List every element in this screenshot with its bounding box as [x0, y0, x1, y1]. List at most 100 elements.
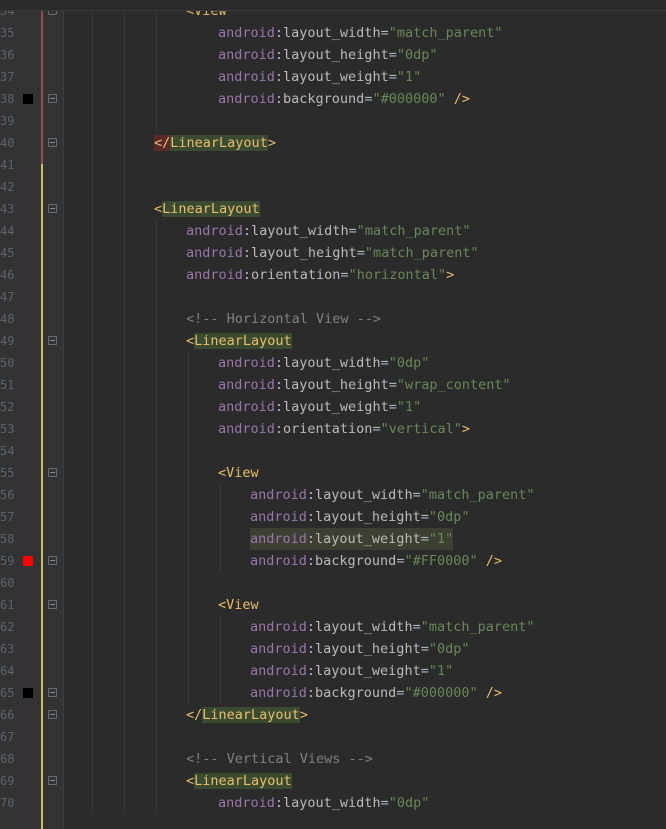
- fold-toggle-icon[interactable]: [48, 468, 57, 477]
- code-text[interactable]: <!-- Vertical Views -->: [186, 748, 373, 770]
- code-text[interactable]: android:layout_width="0dp": [218, 792, 429, 814]
- code-line[interactable]: 44 android:layout_width="match_parent": [0, 220, 666, 242]
- code-text[interactable]: android:layout_width="match_parent": [250, 484, 535, 506]
- plain-text: =: [372, 421, 381, 437]
- code-line[interactable]: 37 android:layout_weight="1": [0, 66, 666, 88]
- code-line[interactable]: 68 <!-- Vertical Views -->: [0, 748, 666, 770]
- fold-toggle-icon[interactable]: [48, 204, 57, 213]
- code-text[interactable]: android:layout_weight="1": [218, 396, 421, 418]
- attr-name: :orientation: [274, 421, 373, 437]
- code-line[interactable]: 59 android:background="#FF0000" />: [0, 550, 666, 572]
- attr-value: "0dp": [396, 47, 438, 63]
- fold-toggle-icon[interactable]: [48, 336, 57, 345]
- fold-toggle-icon[interactable]: [48, 138, 57, 147]
- xml-tag-name: LinearLayout: [194, 773, 292, 789]
- code-text[interactable]: android:orientation="vertical">: [218, 418, 470, 440]
- xml-punctuation: </: [154, 135, 171, 151]
- plain-text: [478, 553, 486, 569]
- code-line[interactable]: 35 android:layout_width="match_parent": [0, 22, 666, 44]
- code-text[interactable]: <LinearLayout: [154, 198, 260, 220]
- code-line[interactable]: 63 android:layout_height="0dp": [0, 638, 666, 660]
- line-number: 49: [0, 334, 15, 348]
- attr-namespace: android: [218, 69, 275, 85]
- attr-name: :background: [274, 91, 365, 107]
- code-text[interactable]: android:layout_weight="1": [250, 528, 454, 550]
- code-line[interactable]: 55 <View: [0, 462, 666, 484]
- code-line[interactable]: 43 <LinearLayout: [0, 198, 666, 220]
- attr-name: :layout_height: [306, 509, 421, 525]
- attr-namespace: android: [186, 245, 243, 261]
- code-line[interactable]: 36 android:layout_height="0dp": [0, 44, 666, 66]
- code-line[interactable]: 38 android:background="#000000" />: [0, 88, 666, 110]
- fold-toggle-icon[interactable]: [48, 688, 57, 697]
- fold-toggle-icon[interactable]: [48, 600, 57, 609]
- code-line[interactable]: 51 android:layout_height="wrap_content": [0, 374, 666, 396]
- fold-toggle-icon[interactable]: [48, 710, 57, 719]
- code-text[interactable]: android:background="#FF0000" />: [250, 550, 502, 572]
- code-line[interactable]: 52 android:layout_weight="1": [0, 396, 666, 418]
- code-text[interactable]: <!-- Horizontal View -->: [186, 308, 381, 330]
- code-line[interactable]: 69 <LinearLayout: [0, 770, 666, 792]
- code-text[interactable]: android:layout_height="wrap_content": [218, 374, 511, 396]
- attr-name: :layout_width: [274, 795, 381, 811]
- code-text[interactable]: android:layout_width="match_parent": [250, 616, 535, 638]
- code-line[interactable]: 62 android:layout_width="match_parent": [0, 616, 666, 638]
- code-line[interactable]: 60: [0, 572, 666, 594]
- code-text[interactable]: android:orientation="horizontal">: [186, 264, 454, 286]
- code-line[interactable]: 57 android:layout_height="0dp": [0, 506, 666, 528]
- code-text[interactable]: android:background="#000000" />: [250, 682, 502, 704]
- code-line[interactable]: 41: [0, 154, 666, 176]
- color-preview-swatch-icon[interactable]: [23, 556, 33, 566]
- code-text[interactable]: android:layout_height="0dp": [218, 44, 437, 66]
- attr-value: "0dp": [388, 795, 430, 811]
- code-line[interactable]: 67: [0, 726, 666, 748]
- code-text[interactable]: </LinearLayout>: [186, 704, 308, 726]
- code-line[interactable]: 49 <LinearLayout: [0, 330, 666, 352]
- code-line[interactable]: 45 android:layout_height="match_parent": [0, 242, 666, 264]
- code-text[interactable]: android:layout_height="0dp": [250, 506, 469, 528]
- attr-name: :layout_width: [306, 619, 413, 635]
- code-line[interactable]: 50 android:layout_width="0dp": [0, 352, 666, 374]
- code-line[interactable]: 61 <View: [0, 594, 666, 616]
- fold-toggle-icon[interactable]: [48, 556, 57, 565]
- xml-punctuation: <: [154, 201, 163, 217]
- plain-text: =: [388, 399, 397, 415]
- color-preview-swatch-icon[interactable]: [23, 94, 33, 104]
- code-text[interactable]: <View: [218, 594, 259, 616]
- code-line[interactable]: 39: [0, 110, 666, 132]
- attr-namespace: android: [250, 509, 307, 525]
- code-text[interactable]: android:layout_weight="1": [218, 66, 421, 88]
- code-text[interactable]: android:layout_height="match_parent": [186, 242, 479, 264]
- plain-text: =: [420, 641, 429, 657]
- color-preview-swatch-icon[interactable]: [23, 688, 33, 698]
- line-number: 35: [0, 26, 15, 40]
- fold-toggle-icon[interactable]: [48, 94, 57, 103]
- code-text[interactable]: android:layout_weight="1": [250, 660, 453, 682]
- fold-toggle-icon[interactable]: [48, 776, 57, 785]
- code-line[interactable]: 54: [0, 440, 666, 462]
- code-text[interactable]: android:layout_width="0dp": [218, 352, 429, 374]
- code-line[interactable]: 48 <!-- Horizontal View -->: [0, 308, 666, 330]
- code-text[interactable]: <View: [218, 462, 259, 484]
- code-text[interactable]: android:layout_height="0dp": [250, 638, 469, 660]
- code-line[interactable]: 58 android:layout_weight="1": [0, 528, 666, 550]
- code-line[interactable]: 42: [0, 176, 666, 198]
- code-line[interactable]: 46 android:orientation="horizontal">: [0, 264, 666, 286]
- code-text[interactable]: android:layout_width="match_parent": [218, 22, 503, 44]
- code-line[interactable]: 65 android:background="#000000" />: [0, 682, 666, 704]
- code-editor[interactable]: 34 <View 35 android:layout_width="match_par…: [0, 0, 666, 829]
- attr-namespace: android: [218, 377, 275, 393]
- code-text[interactable]: <LinearLayout: [186, 330, 292, 352]
- code-line[interactable]: 70 android:layout_width="0dp": [0, 792, 666, 814]
- code-line[interactable]: 56 android:layout_width="match_parent": [0, 484, 666, 506]
- code-text[interactable]: </LinearLayout>: [154, 132, 276, 154]
- code-line[interactable]: 53 android:orientation="vertical">: [0, 418, 666, 440]
- attr-namespace: android: [186, 223, 243, 239]
- code-line[interactable]: 47: [0, 286, 666, 308]
- code-line[interactable]: 64 android:layout_weight="1": [0, 660, 666, 682]
- code-line[interactable]: 66 </LinearLayout>: [0, 704, 666, 726]
- code-text[interactable]: android:layout_width="match_parent": [186, 220, 471, 242]
- code-text[interactable]: android:background="#000000" />: [218, 88, 470, 110]
- code-line[interactable]: 40 </LinearLayout>: [0, 132, 666, 154]
- code-text[interactable]: <LinearLayout: [186, 770, 292, 792]
